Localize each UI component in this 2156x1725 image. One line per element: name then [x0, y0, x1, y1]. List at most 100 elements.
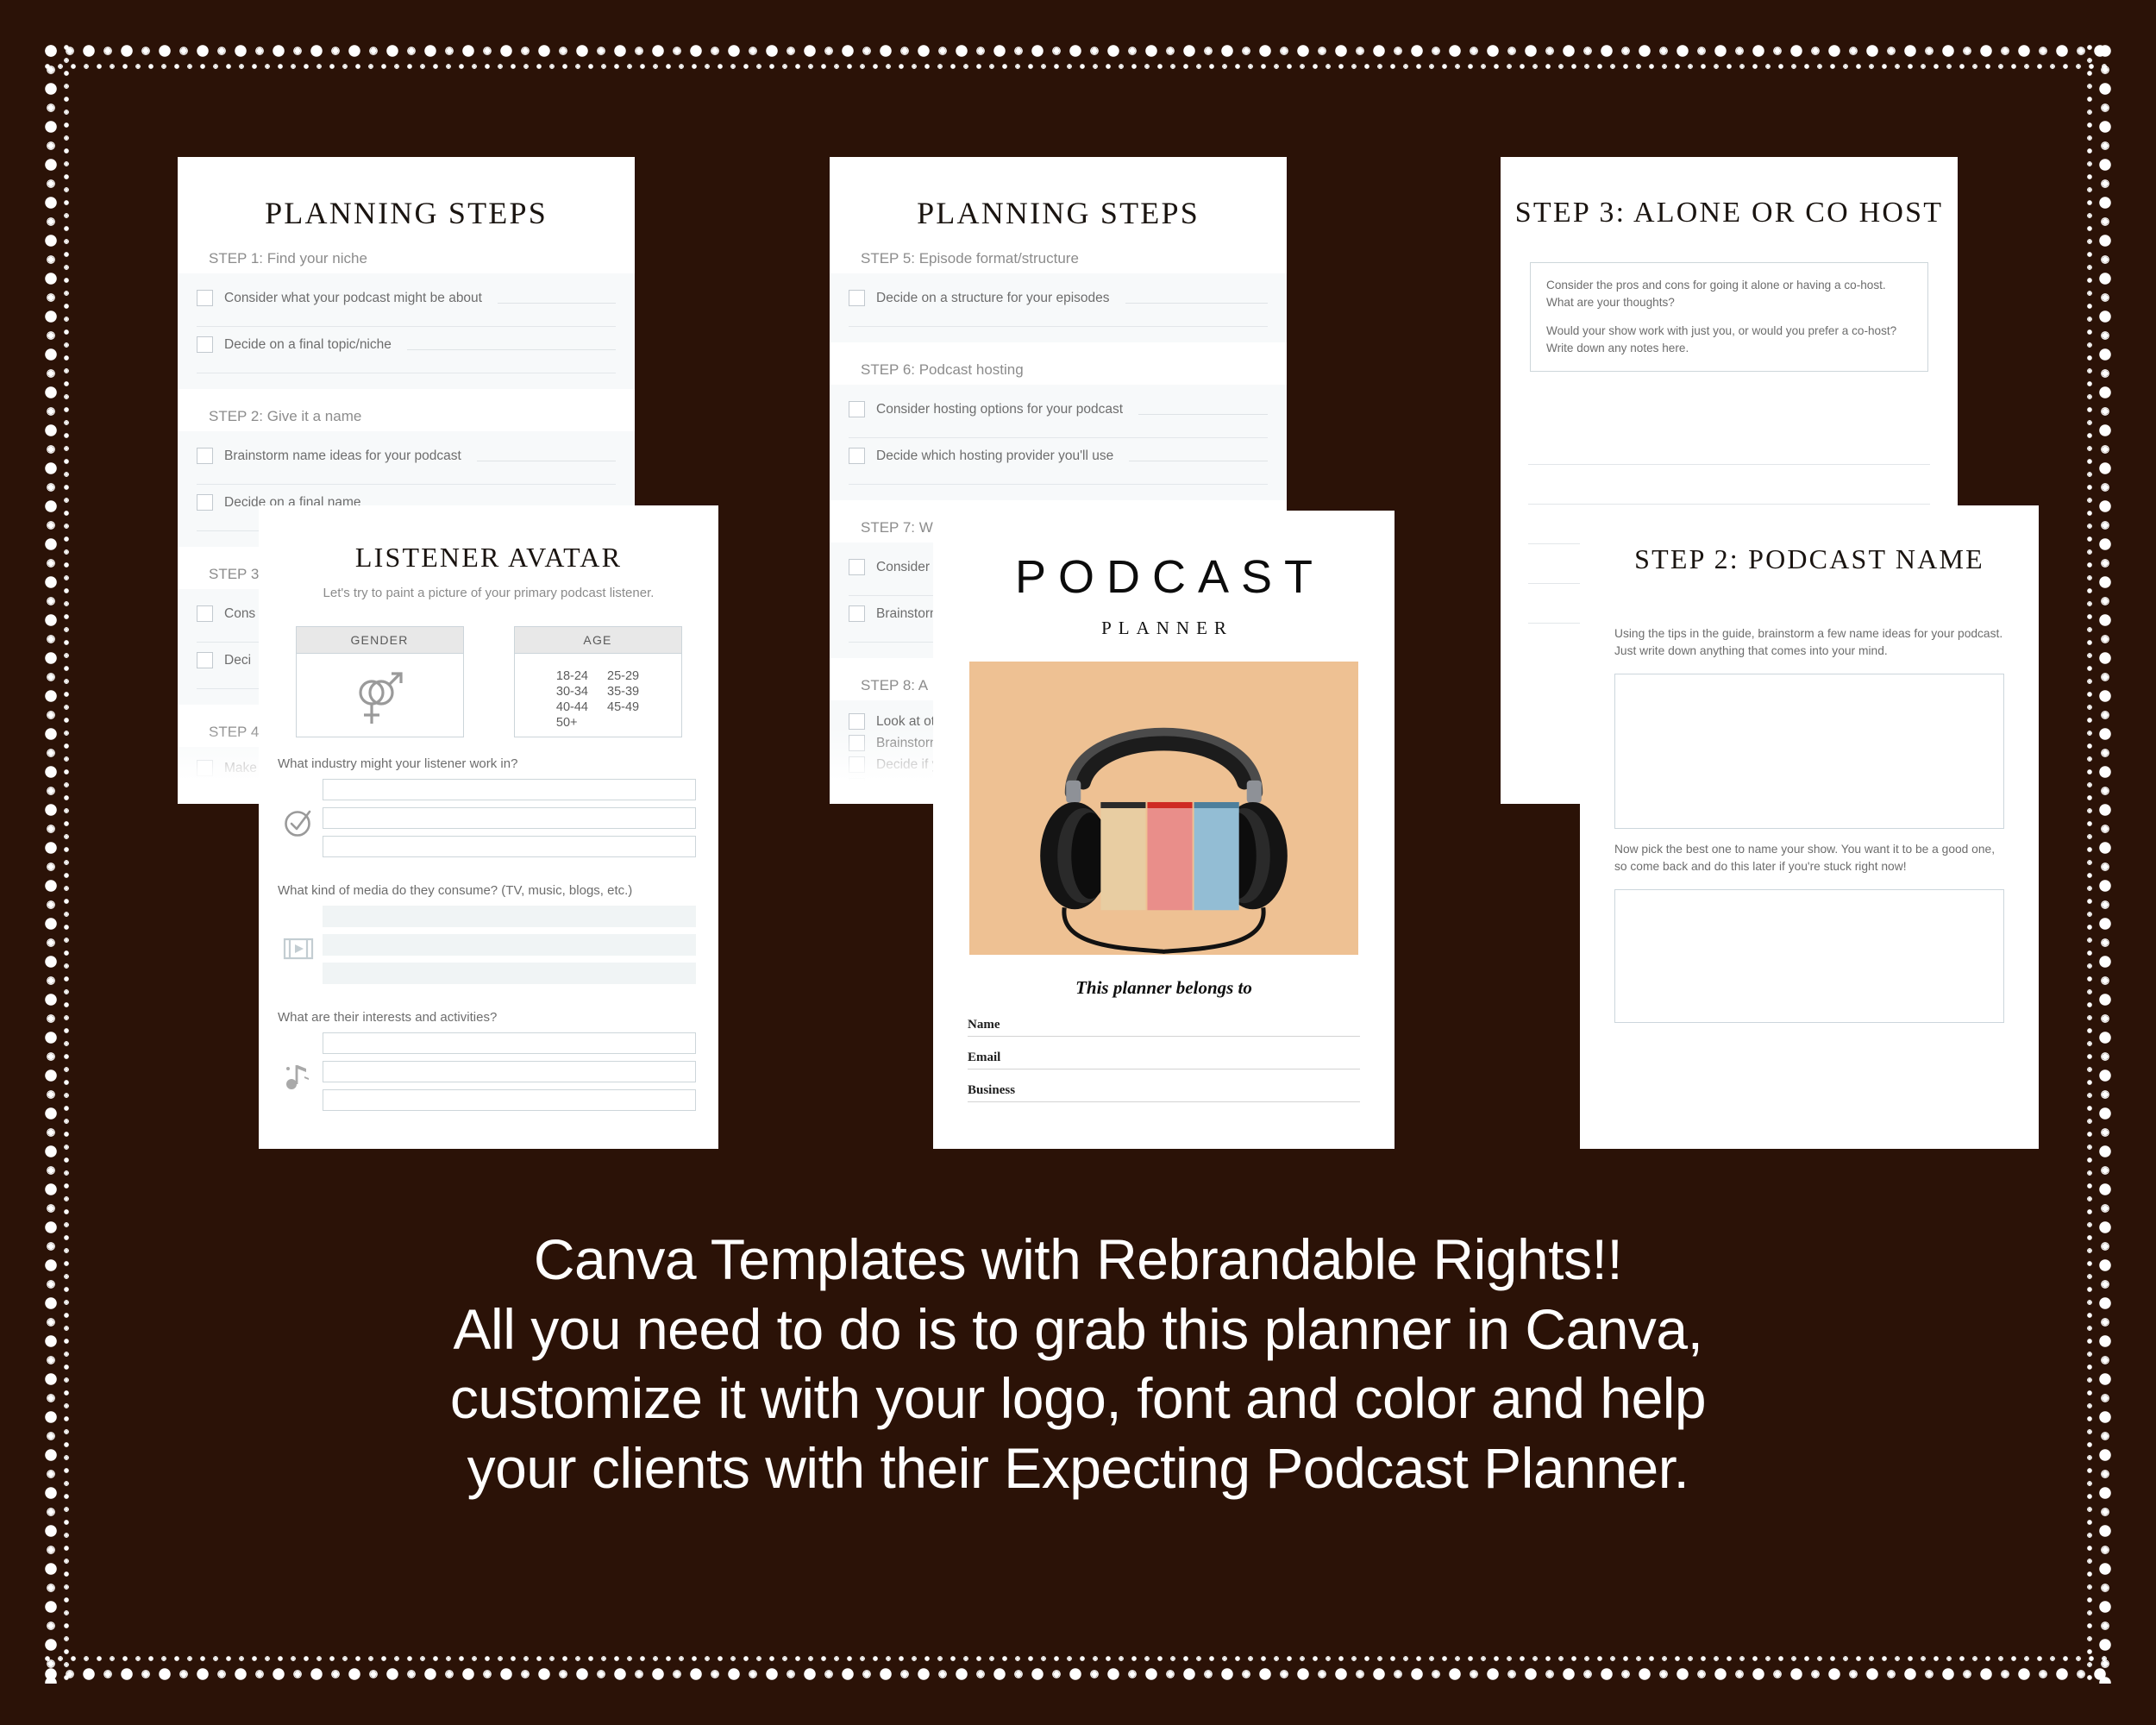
- checkbox-icon[interactable]: [849, 756, 865, 773]
- prompt-box: Consider the pros and cons for going it …: [1530, 262, 1928, 372]
- checkbox-icon[interactable]: [197, 605, 213, 622]
- text-input[interactable]: [323, 934, 696, 956]
- gender-table-body[interactable]: [297, 654, 463, 737]
- step-block: Decide on a structure for your episodes: [830, 273, 1287, 342]
- film-strip-icon: [274, 936, 323, 962]
- text-input[interactable]: [323, 906, 696, 927]
- checkbox-icon[interactable]: [849, 713, 865, 730]
- age-range[interactable]: 25-29: [607, 669, 639, 683]
- task-label: Decide if y: [876, 756, 939, 772]
- write-in-rule: [197, 326, 616, 327]
- frame-bottom-dots-small: [41, 1653, 2115, 1665]
- task-label: Brainstorm name ideas for your podcast: [224, 448, 461, 463]
- checkbox-icon[interactable]: [197, 803, 213, 804]
- page-cover[interactable]: PODCAST PLANNER This planner belongs to …: [933, 511, 1395, 1149]
- task-row[interactable]: Consider what your podcast might be abou…: [197, 284, 616, 312]
- age-range[interactable]: 40-44: [556, 700, 588, 714]
- checkbox-icon[interactable]: [849, 448, 865, 464]
- final-name-textarea[interactable]: [1614, 889, 2004, 1023]
- name-field[interactable]: Name: [968, 1018, 1360, 1037]
- question-group: [259, 906, 718, 991]
- write-in-rule: [849, 484, 1268, 485]
- checkbox-icon[interactable]: [197, 760, 213, 776]
- write-in-rule: [849, 326, 1268, 327]
- age-table-body[interactable]: 18-24 25-29 30-34 35-39 40-44 45-49 50+: [515, 654, 681, 737]
- step-heading: STEP 5: Episode format/structure: [861, 250, 1079, 267]
- prompt-text-1: Consider the pros and cons for going it …: [1546, 279, 1886, 309]
- business-field[interactable]: Business: [968, 1083, 1360, 1102]
- text-input[interactable]: [323, 779, 696, 800]
- write-in-rule: [1138, 414, 1268, 415]
- question-group: [259, 1032, 718, 1118]
- checkbox-icon[interactable]: [197, 781, 213, 798]
- caption-line-3: customize it with your logo, font and co…: [449, 1366, 1707, 1431]
- music-note-icon: [274, 1060, 323, 1091]
- text-input[interactable]: [323, 836, 696, 857]
- prompt-text-2: Would your show work with just you, or w…: [1546, 324, 1897, 355]
- age-range[interactable]: 45-49: [607, 700, 639, 714]
- step-block: Consider hosting options for your podcas…: [830, 385, 1287, 500]
- page-step2-podcast-name[interactable]: STEP 2: PODCAST NAME Using the tips in t…: [1580, 505, 2039, 1149]
- page-listener-avatar[interactable]: LISTENER AVATAR Let's try to paint a pic…: [259, 505, 718, 1149]
- owner-fields: Name Email Business: [968, 1018, 1360, 1102]
- caption-line-4: your clients with their Expecting Podcas…: [467, 1435, 1689, 1500]
- frame-top-dots-small: [41, 60, 2115, 72]
- gender-symbol-icon: [297, 662, 463, 728]
- text-input[interactable]: [323, 807, 696, 829]
- task-label: Brainstorm: [876, 605, 941, 621]
- demographics-tables: GENDER AGE 18-24 25-29 30-34 35-39 40-44…: [259, 626, 718, 737]
- text-input[interactable]: [323, 963, 696, 984]
- write-in-rule: [849, 437, 1268, 438]
- write-in-rule: [1125, 303, 1268, 304]
- task-label: Consider v: [876, 778, 941, 794]
- frame-bottom-dots-large: [41, 1665, 2115, 1684]
- question-label: What industry might your listener work i…: [278, 756, 518, 771]
- text-input[interactable]: [323, 1032, 696, 1054]
- task-label: Brainstorm: [876, 735, 941, 750]
- brainstorm-textarea[interactable]: [1614, 674, 2004, 829]
- age-range[interactable]: 30-34: [556, 685, 588, 699]
- gender-table[interactable]: GENDER: [295, 626, 464, 737]
- page-title: LISTENER AVATAR: [354, 542, 623, 573]
- question-fields: [323, 779, 718, 864]
- task-label: Cons: [224, 605, 256, 621]
- checkbox-icon[interactable]: [197, 448, 213, 464]
- caption-line-1: Canva Templates with Rebrandable Rights!…: [533, 1227, 1623, 1291]
- text-input[interactable]: [323, 1089, 696, 1111]
- task-row[interactable]: Decide on a final topic/niche: [197, 330, 616, 359]
- checkbox-icon[interactable]: [849, 559, 865, 575]
- checkbox-icon[interactable]: [849, 290, 865, 306]
- checkbox-icon[interactable]: [197, 652, 213, 668]
- checkbox-icon[interactable]: [849, 401, 865, 417]
- age-table-header: AGE: [514, 627, 681, 654]
- frame-top-dots-large: [41, 41, 2115, 60]
- task-label: Cons: [224, 781, 256, 797]
- headphones-over-books-photo: [969, 662, 1358, 955]
- text-input[interactable]: [323, 1061, 696, 1082]
- task-row[interactable]: Decide which hosting provider you'll use: [849, 442, 1268, 470]
- step-heading: STEP 6: Podcast hosting: [861, 361, 1024, 378]
- page-title: PLANNING STEPS: [265, 196, 548, 230]
- caption-line-2: All you need to do is to grab this plann…: [453, 1296, 1703, 1361]
- gender-table-header: GENDER: [296, 627, 463, 654]
- age-range[interactable]: 35-39: [607, 685, 639, 699]
- task-label: Decide which hosting provider you'll use: [876, 448, 1114, 463]
- checkbox-icon[interactable]: [197, 290, 213, 306]
- task-label: Deci: [224, 652, 252, 668]
- checkbox-icon[interactable]: [849, 605, 865, 622]
- checkbox-icon[interactable]: [197, 494, 213, 511]
- age-range[interactable]: 18-24: [556, 669, 588, 683]
- checkbox-icon[interactable]: [197, 336, 213, 353]
- age-table[interactable]: AGE 18-24 25-29 30-34 35-39 40-44 45-49 …: [513, 626, 682, 737]
- checkbox-icon[interactable]: [849, 778, 865, 794]
- task-row[interactable]: Decide on a structure for your episodes: [849, 284, 1268, 312]
- age-range[interactable]: 50+: [556, 716, 588, 730]
- page-title: STEP 3: ALONE OR CO HOST: [1514, 197, 1944, 229]
- email-field[interactable]: Email: [968, 1051, 1360, 1070]
- task-row[interactable]: Brainstorm name ideas for your podcast: [197, 442, 616, 470]
- task-row[interactable]: Consider hosting options for your podcas…: [849, 395, 1268, 423]
- check-circle-icon: [274, 806, 323, 838]
- task-label: Decide on a final topic/niche: [224, 336, 392, 352]
- checkbox-icon[interactable]: [849, 735, 865, 751]
- task-label: Look at ot: [876, 713, 936, 729]
